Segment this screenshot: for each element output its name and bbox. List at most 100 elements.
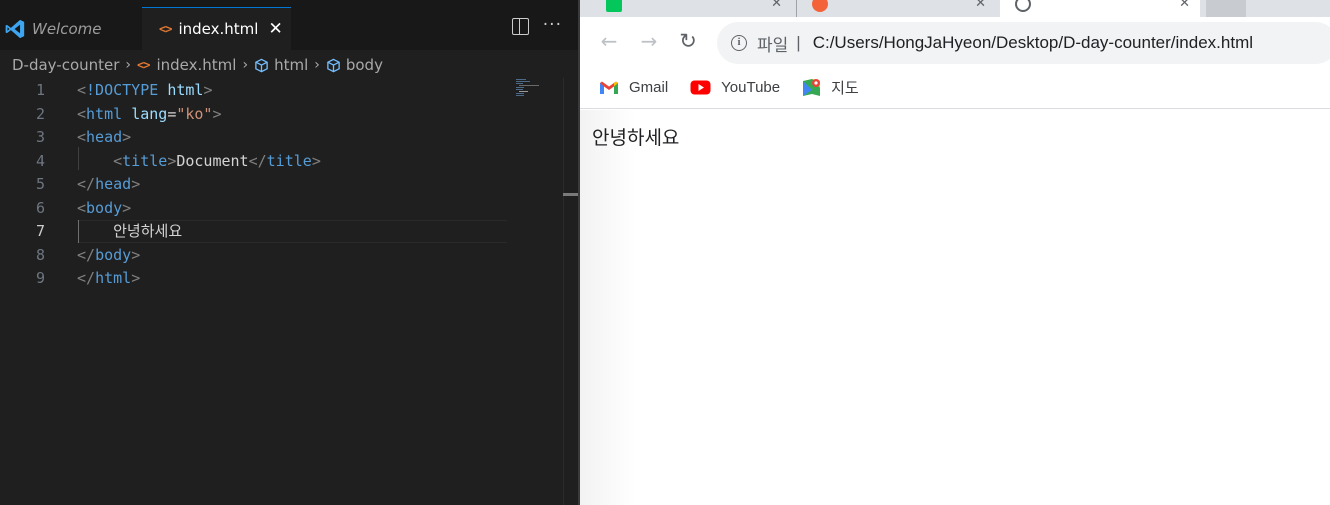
code-line[interactable]: 9 </html>	[0, 267, 510, 290]
code-text: <!DOCTYPE html>	[77, 79, 212, 102]
tab-label: Welcome	[32, 19, 102, 38]
breadcrumb-file[interactable]: index.html	[156, 56, 236, 74]
browser-tab-2[interactable]: ✕	[796, 0, 996, 17]
code-token: </	[77, 175, 96, 193]
vscode-logo-icon	[5, 19, 25, 38]
code-token: lang	[131, 104, 168, 123]
code-token: >	[311, 151, 321, 170]
split-editor-icon[interactable]	[511, 18, 529, 35]
address-bar[interactable]: i 파일 | C:/Users/HongJaHyeon/Desktop/D-da…	[717, 22, 1330, 64]
bookmark-label: Gmail	[629, 79, 669, 96]
code-token: >	[167, 151, 177, 170]
line-number: 5	[35, 175, 45, 193]
code-token: </	[77, 245, 96, 264]
html-file-icon: <>	[159, 22, 172, 36]
site-favicon-icon	[812, 0, 828, 12]
line-number: 7	[35, 222, 45, 240]
line-number: 2	[35, 104, 45, 123]
code-text: 안녕하세요	[77, 220, 182, 243]
bookmark-label: 지도	[831, 80, 859, 97]
browser-tab-document[interactable]: ✕	[1000, 0, 1200, 17]
code-text: <html lang="ko">	[77, 103, 222, 126]
code-token: <	[77, 81, 87, 99]
naver-icon	[606, 0, 622, 12]
code-line[interactable]: 8 </body>	[0, 244, 510, 267]
minimap[interactable]	[514, 78, 564, 108]
close-icon[interactable]: ✕	[268, 19, 282, 39]
code-token: <	[77, 198, 87, 217]
code-token: </	[77, 269, 96, 287]
breadcrumb-body[interactable]: body	[346, 56, 383, 74]
code-token: <	[77, 104, 87, 123]
url-scheme-label: 파일	[757, 35, 789, 55]
code-token: >	[122, 128, 132, 146]
url-text[interactable]: C:/Users/HongJaHyeon/Desktop/D-day-count…	[813, 33, 1253, 53]
tab-welcome[interactable]: Welcome	[0, 7, 142, 50]
chevron-right-icon: ›	[314, 57, 320, 73]
code-token: <	[77, 128, 87, 146]
code-line[interactable]: 5 </head>	[0, 173, 510, 196]
code-line[interactable]: 3 <head>	[0, 126, 510, 149]
more-actions-icon[interactable]: ···	[543, 17, 562, 35]
code-editor[interactable]: 1 <!DOCTYPE html> 2 <html lang="ko"> 3 <head>…	[0, 78, 578, 505]
close-icon[interactable]: ✕	[975, 0, 986, 11]
code-text: </html>	[77, 267, 140, 290]
code-token: head	[86, 128, 123, 146]
breadcrumb-folder[interactable]: D-day-counter	[12, 56, 119, 74]
globe-icon	[1015, 0, 1031, 12]
new-tab-button[interactable]	[1206, 0, 1246, 17]
code-token: html	[95, 269, 132, 287]
reload-button[interactable]: ↻	[677, 30, 699, 52]
forward-button[interactable]: →	[638, 30, 660, 52]
code-text: </head>	[77, 173, 140, 196]
line-number: 3	[35, 128, 45, 146]
editor-scrollbar[interactable]	[563, 78, 578, 505]
browser-tab-naver[interactable]: ✕	[592, 0, 792, 17]
code-text: <body>	[77, 197, 131, 220]
editor-tab-bar: Welcome <> index.html ✕ ···	[0, 0, 578, 50]
tab-index-html[interactable]: <> index.html ✕	[142, 7, 291, 50]
chevron-right-icon: ›	[125, 57, 132, 73]
bookmarks-bar: Gmail YouTube 지도	[580, 67, 1330, 109]
code-line[interactable]: 1 <!DOCTYPE html>	[0, 79, 510, 102]
code-token: >	[131, 269, 141, 287]
code-line[interactable]: 6 <body>	[0, 197, 510, 220]
code-token: body	[95, 245, 132, 264]
code-line[interactable]: 2 <html lang="ko">	[0, 103, 510, 126]
info-icon[interactable]: i	[731, 35, 747, 51]
bookmark-youtube[interactable]: YouTube	[690, 79, 780, 96]
vscode-window: Welcome <> index.html ✕ ··· D-day-counte…	[0, 0, 578, 505]
code-line[interactable]: 4 <title>Document</title>	[0, 150, 510, 173]
symbol-element-icon	[327, 58, 340, 72]
url-separator: |	[796, 33, 801, 52]
code-text: <title>Document</title>	[77, 150, 321, 173]
code-text: <head>	[77, 126, 131, 149]
close-icon[interactable]: ✕	[1179, 0, 1190, 11]
code-token: head	[95, 175, 132, 193]
page-viewport: 안녕하세요	[580, 110, 1330, 505]
breadcrumb-html[interactable]: html	[274, 56, 308, 74]
bookmark-gmail[interactable]: Gmail	[599, 79, 668, 96]
scrollbar-cursor-marker	[563, 193, 578, 196]
code-line[interactable]: 7 안녕하세요	[0, 220, 510, 243]
line-number: 4	[35, 151, 45, 170]
code-token: =	[167, 104, 177, 123]
code-token: !DOCTYPE	[86, 81, 159, 99]
back-button[interactable]: ←	[598, 30, 620, 52]
line-number: 8	[35, 245, 45, 264]
page-body-text: 안녕하세요	[592, 127, 680, 149]
code-token: html	[167, 81, 204, 99]
code-token: >	[203, 81, 213, 99]
code-token: body	[86, 198, 123, 217]
code-token: title	[122, 151, 168, 170]
html-file-icon: <>	[137, 58, 150, 72]
bookmark-label: YouTube	[721, 79, 781, 96]
youtube-icon	[690, 80, 711, 95]
close-icon[interactable]: ✕	[771, 0, 782, 11]
bookmark-maps[interactable]: 지도	[802, 77, 859, 98]
line-number: 6	[35, 198, 45, 217]
editor-actions: ···	[511, 17, 562, 35]
code-text: </body>	[77, 244, 140, 267]
